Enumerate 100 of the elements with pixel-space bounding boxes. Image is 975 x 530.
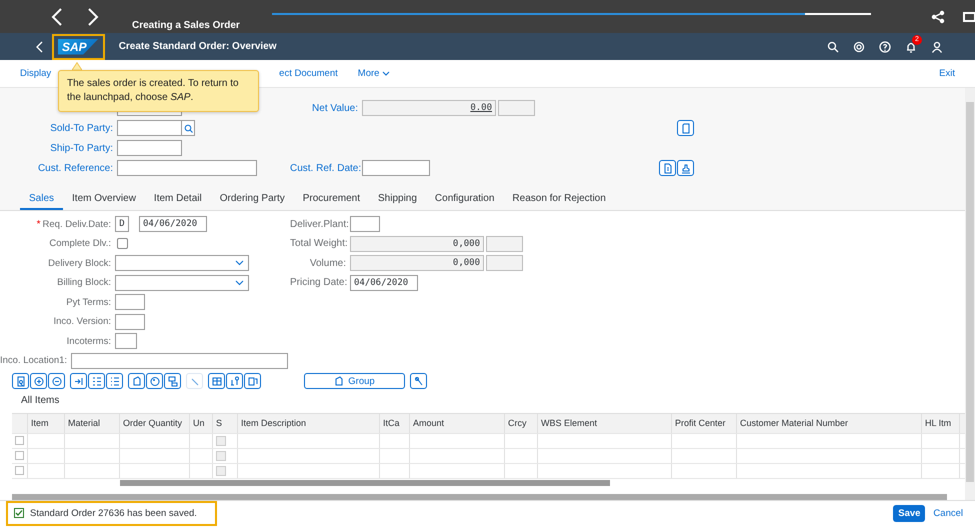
unit-field bbox=[486, 255, 523, 272]
date-field[interactable]: 04/06/2020 bbox=[350, 274, 418, 291]
column-header: Material bbox=[65, 414, 120, 433]
input-field[interactable]: D bbox=[115, 216, 129, 232]
add-button[interactable] bbox=[30, 373, 47, 390]
copy-button[interactable] bbox=[128, 373, 145, 390]
details-button[interactable] bbox=[12, 373, 29, 390]
insert-button[interactable] bbox=[70, 373, 87, 390]
column-header: S bbox=[213, 414, 238, 433]
insert-icon bbox=[74, 376, 84, 387]
scrollbar[interactable] bbox=[965, 88, 975, 500]
clipboard-icon bbox=[248, 376, 258, 387]
amount-field: 0,000 bbox=[350, 236, 484, 252]
scrollbar-thumb[interactable] bbox=[120, 480, 610, 486]
checkbox[interactable] bbox=[117, 238, 128, 250]
column-header: Item bbox=[28, 414, 65, 433]
date-field[interactable]: 04/06/2020 bbox=[139, 216, 207, 232]
group-button[interactable]: Group bbox=[304, 373, 405, 390]
stamp-button[interactable] bbox=[677, 160, 694, 176]
link-icon bbox=[190, 376, 200, 387]
unit-field bbox=[498, 100, 535, 116]
chevron-down-icon bbox=[235, 260, 244, 266]
calculator-button[interactable] bbox=[164, 373, 181, 390]
toolbar-link[interactable]: ect Document bbox=[279, 68, 338, 79]
input-field[interactable] bbox=[115, 314, 145, 330]
add-icon bbox=[34, 376, 44, 387]
back-icon[interactable] bbox=[36, 40, 44, 52]
share-icon[interactable] bbox=[931, 10, 945, 24]
field-label: Total Weight: bbox=[290, 238, 348, 250]
tab[interactable]: Ordering Party bbox=[210, 193, 294, 210]
scrollbar-thumb[interactable] bbox=[966, 102, 974, 482]
checklist-button[interactable] bbox=[88, 373, 105, 390]
palette-icon bbox=[150, 376, 160, 387]
field-label: Ship-To Party: bbox=[49, 142, 114, 154]
input-field[interactable] bbox=[115, 294, 145, 310]
more-menu[interactable]: More bbox=[358, 68, 390, 79]
wrench-button[interactable] bbox=[410, 373, 427, 390]
logo[interactable]: SAP bbox=[58, 38, 99, 54]
tooltip-pointer bbox=[72, 61, 82, 71]
window-icon[interactable] bbox=[963, 10, 975, 22]
cancel-button[interactable]: Cancel bbox=[931, 504, 965, 522]
tooltip: The sales order is created. To return to the launchpad, choose SAP. bbox=[58, 70, 259, 112]
dropdown[interactable] bbox=[115, 274, 249, 291]
column-header: ItCa bbox=[380, 414, 410, 433]
document-button[interactable] bbox=[677, 120, 694, 136]
table-icon bbox=[212, 376, 222, 387]
field-label: Cust. Reference: bbox=[36, 162, 114, 174]
field-label: Volume: bbox=[308, 258, 347, 269]
tab[interactable]: Shipping bbox=[369, 193, 426, 210]
bell-icon[interactable] bbox=[905, 40, 917, 52]
input-field[interactable] bbox=[117, 120, 182, 136]
column-header: Profit Center bbox=[672, 414, 737, 433]
field-label: Incoterms: bbox=[66, 336, 112, 347]
tab[interactable]: Item Overview bbox=[63, 193, 145, 210]
tab[interactable]: Reason for Rejection bbox=[503, 193, 615, 210]
details-icon bbox=[16, 376, 26, 387]
document-icon bbox=[662, 162, 672, 174]
field-label: Net Value: bbox=[311, 102, 359, 114]
copy-icon bbox=[132, 376, 142, 387]
input-field[interactable] bbox=[117, 140, 182, 156]
search-icon[interactable] bbox=[827, 40, 839, 52]
dropdown[interactable] bbox=[115, 255, 249, 272]
column-header: Un bbox=[190, 414, 213, 433]
field-label: Billing Block: bbox=[56, 277, 112, 288]
save-button[interactable]: Save bbox=[893, 504, 926, 522]
table-button[interactable] bbox=[208, 373, 225, 390]
user-icon[interactable] bbox=[931, 40, 943, 52]
tab[interactable]: Configuration bbox=[426, 193, 504, 210]
field-label: Inco. Version: bbox=[52, 316, 112, 328]
field-label: Complete Dlv.: bbox=[48, 238, 112, 250]
amount-field: 0,000 bbox=[350, 255, 484, 272]
remove-button[interactable] bbox=[48, 373, 65, 390]
toolbar-link[interactable]: Display bbox=[20, 68, 52, 79]
tab[interactable]: Sales bbox=[20, 193, 64, 210]
required-marker: * bbox=[36, 218, 41, 230]
scrollbar[interactable] bbox=[12, 494, 947, 500]
field-label: Sold-To Party: bbox=[49, 122, 114, 134]
tab[interactable]: Procurement bbox=[294, 193, 369, 210]
search-button[interactable] bbox=[181, 120, 195, 136]
exit-link[interactable]: Exit bbox=[939, 68, 955, 79]
input-field[interactable] bbox=[362, 160, 430, 176]
document-button[interactable] bbox=[659, 160, 676, 176]
circle-icon[interactable] bbox=[853, 40, 865, 52]
chevron-down-icon bbox=[382, 71, 390, 76]
input-field[interactable] bbox=[117, 160, 257, 176]
input-field[interactable] bbox=[115, 333, 137, 350]
column-header: HL Itm bbox=[922, 414, 960, 433]
palette-button[interactable] bbox=[146, 373, 163, 390]
field-label: Pricing Date: bbox=[290, 277, 348, 288]
network-button[interactable] bbox=[226, 373, 243, 390]
input-field[interactable] bbox=[71, 352, 288, 369]
field-label: Delivery Block: bbox=[47, 258, 112, 269]
input-field[interactable] bbox=[350, 216, 380, 232]
field-label: Pyt Terms: bbox=[65, 296, 112, 308]
list-button[interactable] bbox=[106, 373, 123, 390]
clipboard-button[interactable] bbox=[244, 373, 261, 390]
tab[interactable]: Item Detail bbox=[144, 193, 211, 210]
document-icon bbox=[680, 122, 690, 134]
app-title: Create Standard Order: Overview bbox=[118, 41, 278, 52]
help-icon[interactable] bbox=[879, 40, 891, 52]
